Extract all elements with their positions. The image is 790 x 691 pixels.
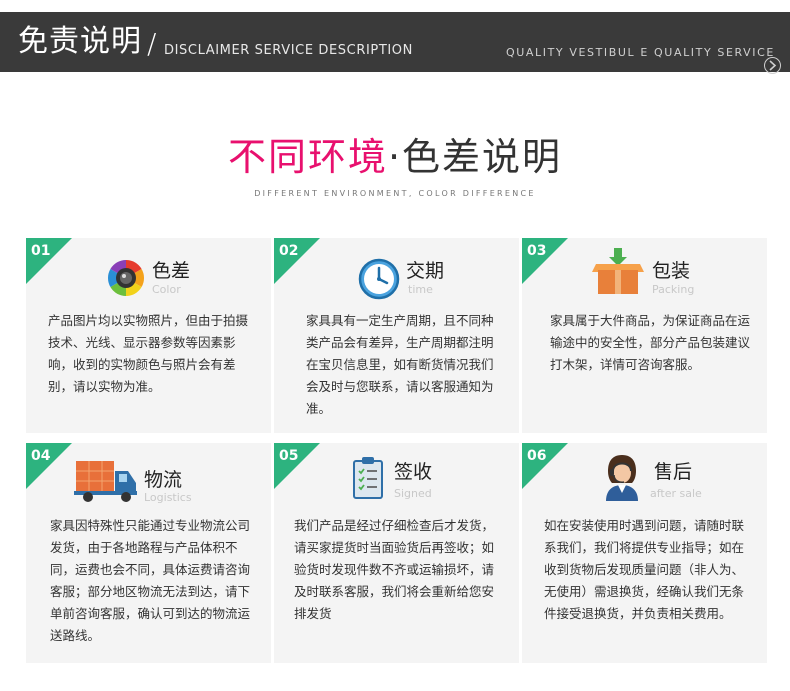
card-body: 产品图片均以实物照片，但由于拍摄技术、光线、显示器参数等因素影响，收到的实物颜色… bbox=[48, 313, 249, 394]
card-title: 色差 bbox=[152, 260, 191, 282]
arrow-right-icon[interactable] bbox=[764, 57, 781, 74]
banner-subtitle: DISCLAIMER SERVICE DESCRIPTION bbox=[164, 43, 413, 58]
card-logistics: 04 物流 Logistics 家具因特殊性只能通过专业物流公司发货，由于各地路… bbox=[26, 443, 271, 663]
package-box-icon bbox=[592, 248, 644, 300]
card-after-sale: 06 售后 after sale 如在安装使用时遇到问题，请随时联系我们，我们将… bbox=[522, 443, 767, 663]
card-number: 06 bbox=[527, 448, 547, 464]
card-color: 01 色差 Color 产品图片均以实物照片，但由于拍摄技术、光线、显示器参数等… bbox=[26, 238, 271, 433]
heading-dot: · bbox=[387, 135, 403, 179]
card-subtitle: Logistics bbox=[144, 491, 192, 504]
card-number: 02 bbox=[279, 243, 299, 259]
card-subtitle: time bbox=[408, 283, 433, 296]
banner-title: 免责说明 bbox=[18, 24, 142, 59]
card-body: 家具因特殊性只能通过专业物流公司发货，由于各地路程与产品体积不同，运费也会不同，… bbox=[50, 518, 251, 643]
card-body: 家具属于大件商品，为保证商品在运输途中的安全性，部分产品包装建议打木架，详情可咨… bbox=[550, 313, 751, 372]
delivery-truck-icon bbox=[74, 459, 138, 507]
card-subtitle: Signed bbox=[394, 487, 432, 500]
card-number: 05 bbox=[279, 448, 299, 464]
card-packing: 03 包装 Packing 家具属于大件商品，为保证商品在运输途中的安全性，部分… bbox=[522, 238, 767, 433]
card-number: 04 bbox=[31, 448, 51, 464]
card-time: 02 交期 time 家具具有一定生产周期，且不同种类产品会有差异，生产周期都注… bbox=[274, 238, 519, 433]
section-heading: 不同环境·色差说明 bbox=[0, 132, 790, 182]
card-title: 交期 bbox=[406, 260, 445, 282]
clipboard-checklist-icon bbox=[352, 457, 384, 503]
card-subtitle: after sale bbox=[650, 487, 702, 500]
heading-subtitle: DIFFERENT ENVIRONMENT, COLOR DIFFERENCE bbox=[254, 189, 536, 198]
heading-accent: 不同环境 bbox=[227, 135, 388, 179]
camera-lens-icon bbox=[106, 258, 146, 302]
clock-icon bbox=[358, 258, 400, 304]
card-signed: 05 签收 Signed 我们产品是经过仔细检查后才发货，请买家提货时当面验货后… bbox=[274, 443, 519, 663]
card-title: 包装 bbox=[652, 260, 691, 282]
card-number: 03 bbox=[527, 243, 547, 259]
card-body: 家具具有一定生产周期，且不同种类产品会有差异，生产周期都注明在宝贝信息里，如有断… bbox=[306, 313, 494, 416]
card-title: 签收 bbox=[394, 461, 433, 483]
customer-service-agent-icon bbox=[602, 453, 642, 505]
card-subtitle: Color bbox=[152, 283, 181, 296]
card-number: 01 bbox=[31, 243, 51, 259]
card-body: 如在安装使用时遇到问题，请随时联系我们，我们将提供专业指导；如在收到货物后发现质… bbox=[544, 518, 745, 621]
banner-slash: / bbox=[147, 27, 157, 60]
card-title: 物流 bbox=[144, 469, 183, 491]
card-title: 售后 bbox=[654, 461, 693, 483]
card-subtitle: Packing bbox=[652, 283, 695, 296]
card-body: 我们产品是经过仔细检查后才发货，请买家提货时当面验货后再签收；如验货时发现件数不… bbox=[294, 518, 495, 621]
banner-right-text: QUALITY VESTIBUL E QUALITY SERVICE bbox=[506, 46, 775, 59]
heading-main: 色差说明 bbox=[402, 135, 563, 179]
header-banner: 免责说明 / DISCLAIMER SERVICE DESCRIPTION QU… bbox=[0, 12, 790, 74]
